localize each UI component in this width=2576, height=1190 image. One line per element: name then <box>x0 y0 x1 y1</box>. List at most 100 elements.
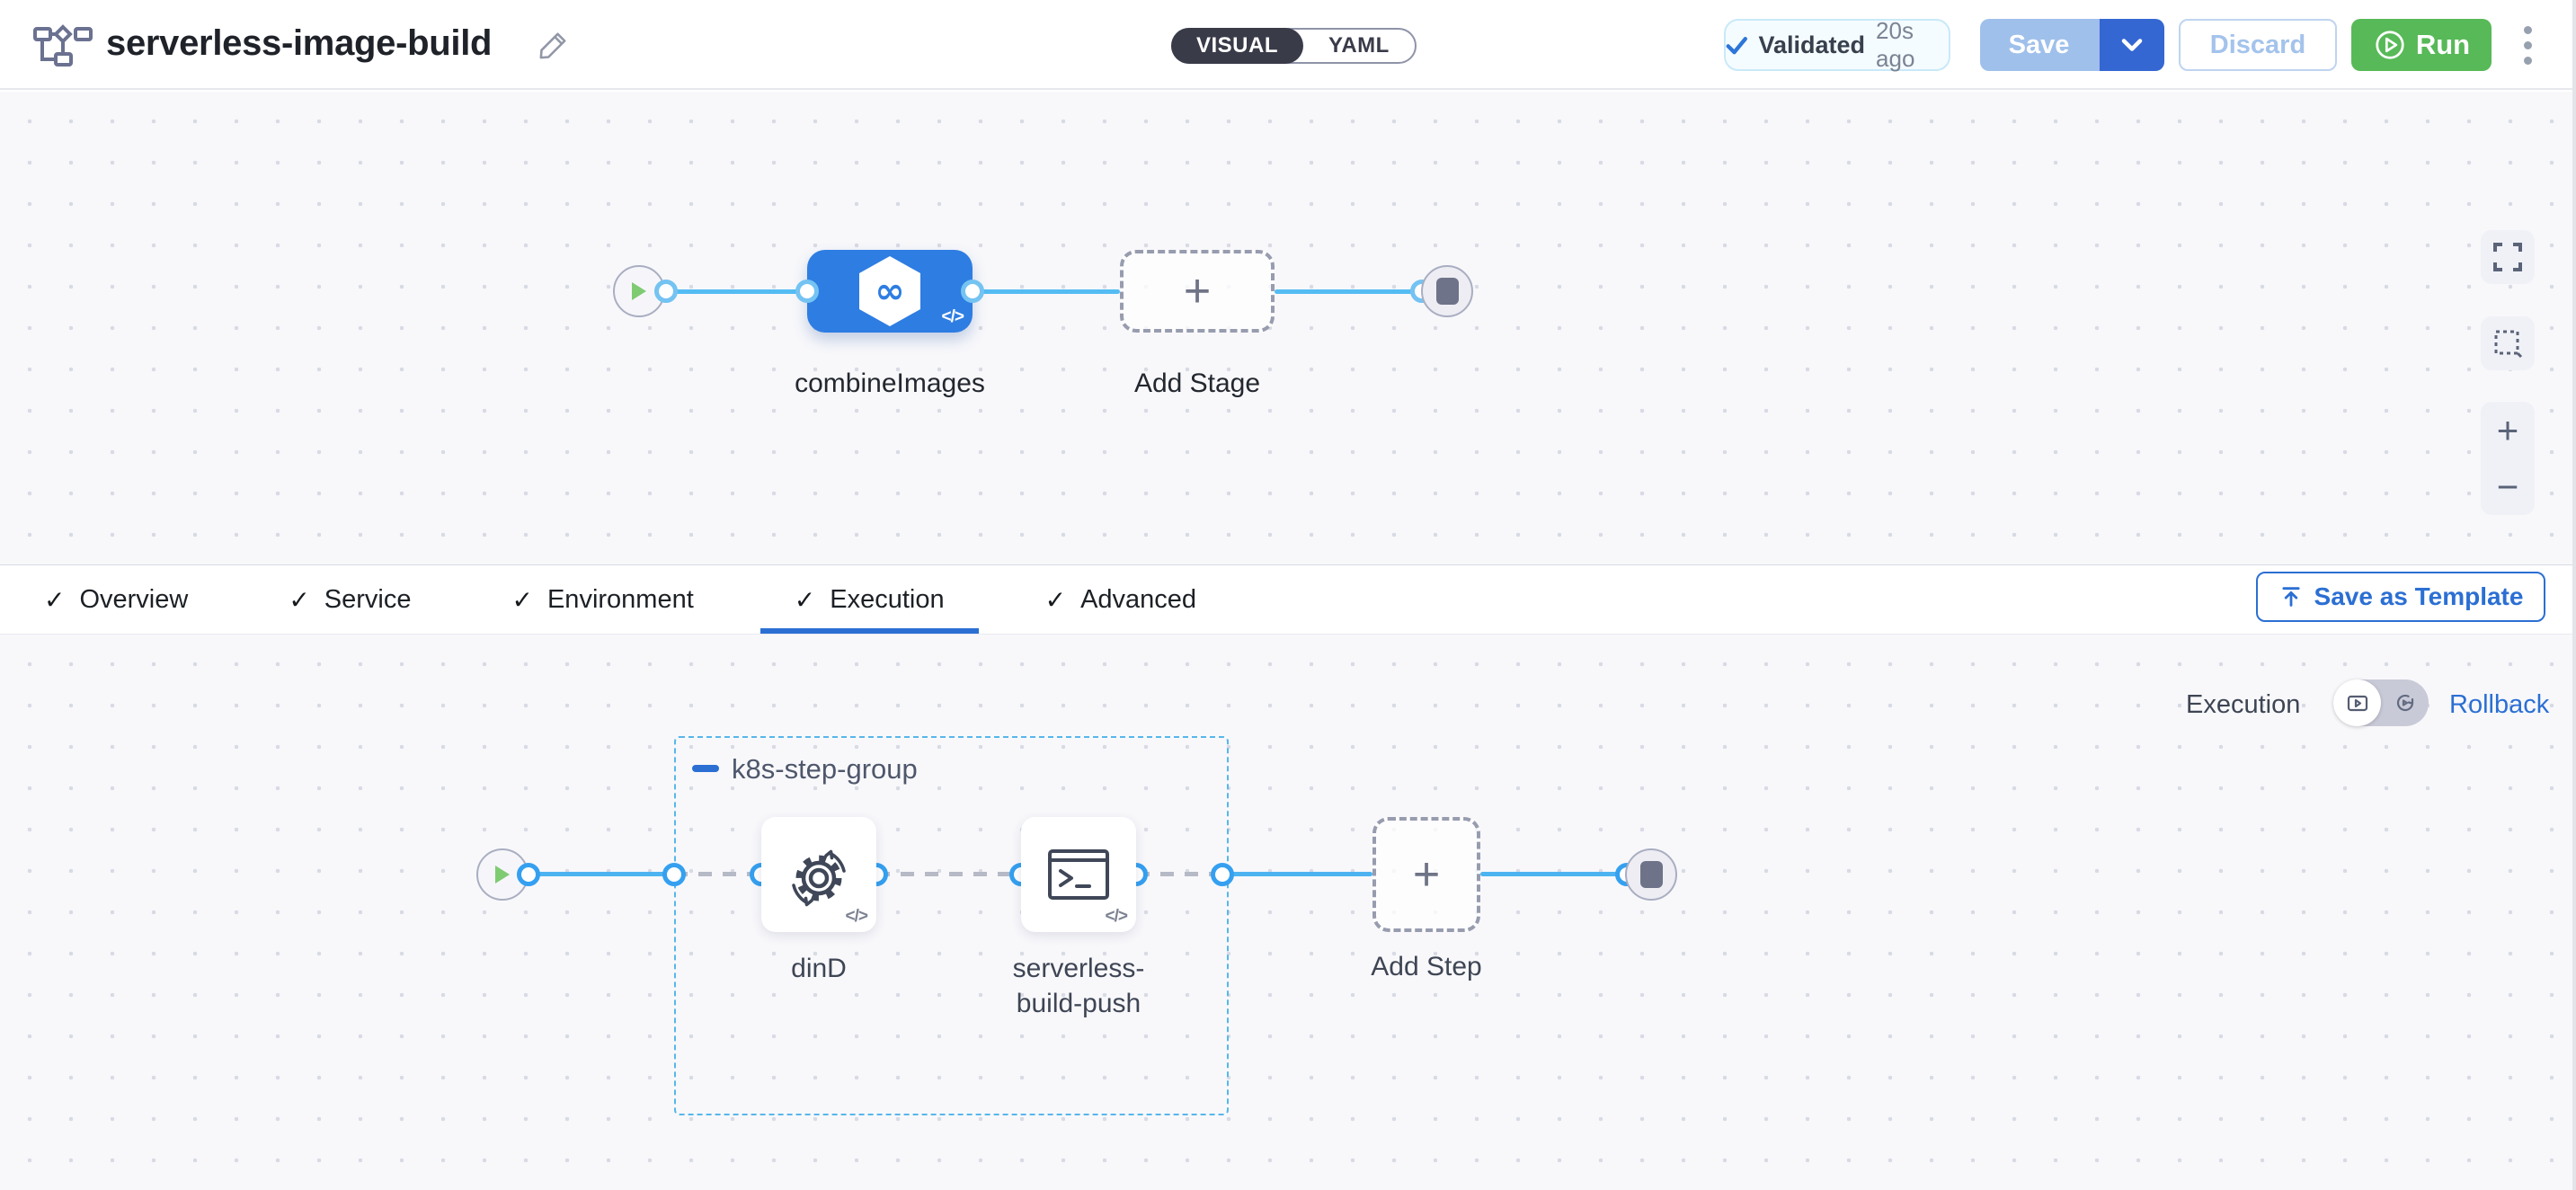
check-icon: ✓ <box>44 585 65 615</box>
save-button[interactable]: Save <box>1980 19 2098 71</box>
stage-type-icon: ∞ <box>856 253 924 329</box>
execution-rollback-toggle[interactable] <box>2333 679 2429 726</box>
terminal-run-icon <box>1035 831 1122 918</box>
tab-label: Execution <box>830 585 944 615</box>
edit-title-pencil-icon[interactable] <box>537 29 570 66</box>
validated-label: Validated <box>1759 31 1866 59</box>
save-dropdown-button[interactable] <box>2098 19 2164 71</box>
upload-template-icon <box>2278 584 2304 609</box>
stop-square-icon <box>1436 278 1459 305</box>
collapse-group-minus-icon[interactable] <box>692 765 719 772</box>
connector-line-dashed <box>1136 872 1222 876</box>
add-stage-label[interactable]: Add Stage <box>1107 369 1287 399</box>
discard-button[interactable]: Discard <box>2179 19 2337 71</box>
add-step-label[interactable]: Add Step <box>1337 949 1516 984</box>
execution-play-box-icon <box>2345 690 2370 715</box>
save-as-template-button[interactable]: Save as Template <box>2256 572 2545 622</box>
stage-config-tabbar: ✓ Overview ✓ Service ✓ Environment ✓ Exe… <box>0 564 2576 635</box>
execution-end-node <box>1625 848 1677 901</box>
rollback-link[interactable]: Rollback <box>2449 690 2549 720</box>
connector-line <box>973 289 1120 294</box>
pipeline-title: serverless-image-build <box>106 23 492 64</box>
execution-mode-label: Execution <box>2186 690 2300 720</box>
stage-node-combineimages[interactable]: ∞ </> <box>807 250 973 333</box>
connector-line-dashed <box>674 872 761 876</box>
header-bar: serverless-image-build VISUAL YAML Valid… <box>0 0 2576 90</box>
step-group-k8s[interactable] <box>674 736 1229 1115</box>
connector-line <box>1275 289 1422 294</box>
tab-label: Service <box>324 585 412 615</box>
run-label: Run <box>2416 29 2470 61</box>
tab-overview[interactable]: ✓ Overview <box>44 585 188 615</box>
code-badge-icon: </> <box>942 307 964 327</box>
code-badge-icon: </> <box>846 907 867 927</box>
check-icon: ✓ <box>512 585 533 615</box>
tab-label: Overview <box>79 585 188 615</box>
connector-port <box>517 863 540 886</box>
execution-segment[interactable] <box>2333 679 2381 726</box>
fullscreen-icon <box>2492 242 2523 272</box>
plus-icon: + <box>1413 851 1440 898</box>
stop-square-icon <box>1640 861 1663 888</box>
more-options-kebab-icon[interactable] <box>2509 22 2545 68</box>
stage-graph-canvas[interactable]: ∞ </> combineImages + Add Stage <box>0 92 2576 564</box>
connector-line <box>666 289 807 294</box>
connector-line <box>1222 872 1372 876</box>
pipeline-graph-icon <box>32 22 93 73</box>
step-node-serverless-build-push[interactable]: </> <box>1021 817 1136 932</box>
start-play-icon <box>493 864 511 885</box>
pipeline-end-node <box>1421 265 1473 317</box>
zoom-out-button[interactable]: − <box>2497 468 2519 506</box>
tab-label: Advanced <box>1080 585 1196 615</box>
step-label-serverless-build-push[interactable]: serverless-build-push <box>989 951 1168 1021</box>
visual-yaml-toggle[interactable]: VISUAL YAML <box>1171 28 1417 64</box>
tab-execution[interactable]: ✓ Execution <box>795 585 945 615</box>
connector-port <box>1211 863 1234 886</box>
rollback-segment[interactable] <box>2381 679 2429 726</box>
marquee-select-button[interactable] <box>2481 316 2535 370</box>
validated-badge[interactable]: Validated 20s ago <box>1724 19 1950 71</box>
connector-port <box>795 280 819 303</box>
step-group-name[interactable]: k8s-step-group <box>732 753 918 786</box>
connector-line-dashed <box>876 872 1021 876</box>
connector-line <box>529 872 674 876</box>
chevron-down-icon <box>2120 37 2144 53</box>
execution-graph-canvas[interactable]: Execution Rollback k8s-step-group <box>0 635 2576 1190</box>
code-badge-icon: </> <box>1106 907 1127 927</box>
docker-in-docker-gear-icon <box>776 831 862 918</box>
run-play-icon <box>2373 28 2407 62</box>
page-scrollbar[interactable] <box>2572 0 2576 1190</box>
connector-port <box>961 280 984 303</box>
connector-port <box>662 863 686 886</box>
link-icon: ∞ <box>856 253 924 329</box>
validated-check-icon <box>1726 34 1748 56</box>
zoom-controls: + − <box>2481 402 2535 515</box>
step-node-dind[interactable]: </> <box>761 817 876 932</box>
rollback-circular-arrow-icon <box>2393 690 2418 715</box>
start-play-icon <box>630 280 648 302</box>
step-label-dind[interactable]: dinD <box>729 951 909 986</box>
tab-label: Environment <box>547 585 694 615</box>
check-icon: ✓ <box>1045 585 1066 615</box>
save-as-template-label: Save as Template <box>2314 582 2524 611</box>
tab-advanced[interactable]: ✓ Advanced <box>1045 585 1196 615</box>
validated-time: 20s ago <box>1876 17 1949 73</box>
run-button[interactable]: Run <box>2351 19 2492 71</box>
add-stage-button[interactable]: + <box>1120 250 1275 333</box>
connector-port <box>654 280 678 303</box>
check-icon: ✓ <box>289 585 309 615</box>
tab-service[interactable]: ✓ Service <box>289 585 411 615</box>
fit-to-screen-button[interactable] <box>2481 230 2535 284</box>
tab-environment[interactable]: ✓ Environment <box>512 585 694 615</box>
pipeline-studio-page: serverless-image-build VISUAL YAML Valid… <box>0 0 2576 1190</box>
zoom-in-button[interactable]: + <box>2497 412 2519 449</box>
save-split-button[interactable]: Save <box>1980 19 2164 71</box>
plus-icon: + <box>1184 268 1211 315</box>
check-icon: ✓ <box>795 585 815 615</box>
stage-label[interactable]: combineImages <box>773 369 1007 399</box>
toggle-visual[interactable]: VISUAL <box>1171 28 1303 64</box>
toggle-yaml[interactable]: YAML <box>1303 30 1415 62</box>
marquee-selection-icon <box>2492 328 2523 359</box>
add-step-button[interactable]: + <box>1372 817 1480 932</box>
connector-line <box>1480 872 1627 876</box>
